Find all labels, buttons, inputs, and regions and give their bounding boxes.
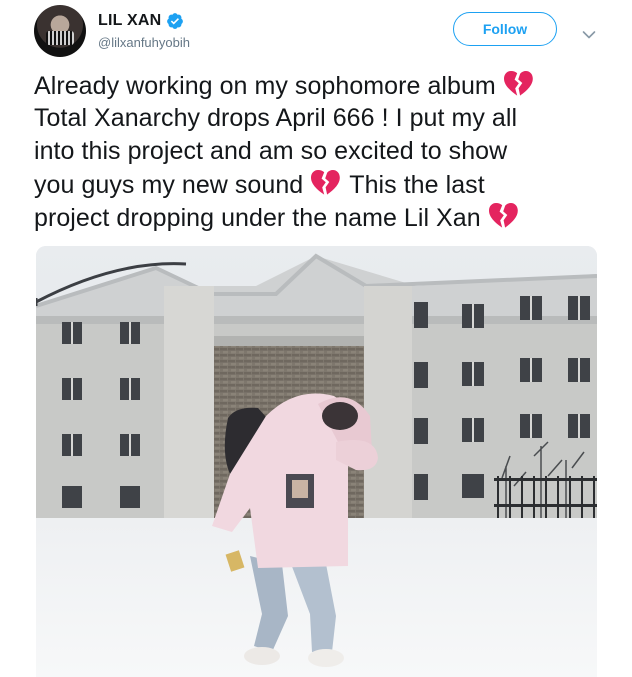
tweet-line-text: you guys my new sound [34, 171, 304, 199]
tweet-text: Already working on my sophomore album To… [34, 69, 609, 234]
name-line: LIL XAN [98, 11, 184, 31]
tweet-line-text: Already working on my sophomore album [34, 72, 496, 100]
display-name[interactable]: LIL XAN [98, 12, 161, 30]
photo-scene [36, 246, 597, 677]
tweet-line-2: Total Xanarchy drops April 666 ! I put m… [34, 102, 609, 135]
tweet-line-3: into this project and am so excited to s… [34, 135, 609, 168]
tweet-line-5: project dropping under the name Lil Xan [34, 201, 609, 234]
follow-button[interactable]: Follow [453, 12, 557, 46]
user-avatar[interactable] [34, 5, 86, 57]
broken-heart-icon [309, 168, 341, 198]
tweet-header: LIL XAN @lilxanfuhyobih Follow [34, 5, 609, 57]
tweet-line-text: project dropping under the name Lil Xan [34, 204, 481, 232]
tweet-line-text: This the last [349, 171, 485, 199]
tweet-photo[interactable] [36, 246, 597, 677]
tweet-line-4: you guys my new sound This the last [34, 168, 609, 201]
avatar-mask-detail [46, 31, 74, 45]
tweet-line-text: Total Xanarchy drops April 666 ! I put m… [34, 104, 518, 132]
broken-heart-icon [502, 69, 534, 99]
tweet-line-text: into this project and am so excited to s… [34, 137, 508, 165]
verified-badge-icon [166, 12, 184, 30]
tweet-line-1: Already working on my sophomore album [34, 69, 609, 102]
chevron-down-icon[interactable] [582, 27, 596, 39]
user-handle[interactable]: @lilxanfuhyobih [98, 35, 190, 50]
broken-heart-icon [487, 201, 519, 231]
tweet: LIL XAN @lilxanfuhyobih Follow Already w… [0, 0, 632, 677]
